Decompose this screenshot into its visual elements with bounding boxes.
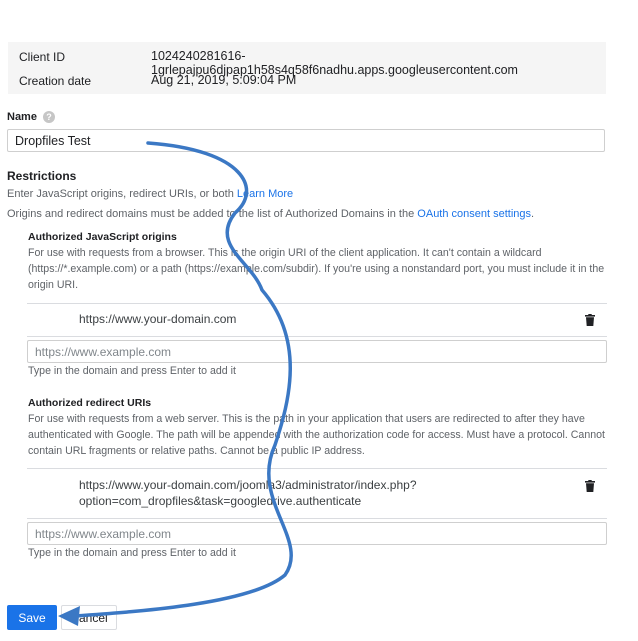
redirect-uri-row: https://www.your-domain.com/joomla3/admi… <box>27 468 607 519</box>
trash-icon[interactable] <box>585 480 595 492</box>
cancel-button[interactable]: Cancel <box>61 605 117 630</box>
domains-note-end: . <box>531 208 535 220</box>
redirect-uris-heading: Authorized redirect URIs <box>28 397 152 409</box>
oauth-consent-settings-link[interactable]: OAuth consent settings <box>417 208 531 220</box>
js-origins-heading: Authorized JavaScript origins <box>28 231 177 243</box>
client-info-panel: Client ID 1024240281616-1grlepajpu6djpap… <box>8 42 606 94</box>
redirect-uris-description: For use with requests from a web server.… <box>28 413 605 457</box>
domains-note-text: Origins and redirect domains must be add… <box>7 208 415 220</box>
js-origin-row: https://www.your-domain.com <box>27 303 607 337</box>
restrictions-intro-text: Enter JavaScript origins, redirect URIs,… <box>7 188 234 200</box>
js-origin-uri: https://www.your-domain.com <box>79 312 237 326</box>
js-origin-hint: Type in the domain and press Enter to ad… <box>28 365 236 377</box>
restrictions-heading: Restrictions <box>7 169 77 183</box>
learn-more-link[interactable]: Learn More <box>237 188 293 200</box>
redirect-uri-line1: https://www.your-domain.com/joomla3/admi… <box>79 478 417 492</box>
redirect-uri-add-input[interactable] <box>27 522 607 545</box>
creation-date-label: Creation date <box>19 74 92 88</box>
restrictions-domains-note: Origins and redirect domains must be add… <box>7 206 534 222</box>
save-button[interactable]: Save <box>7 605 57 630</box>
restrictions-intro: Enter JavaScript origins, redirect URIs,… <box>7 186 293 202</box>
help-icon[interactable]: ? <box>43 111 55 123</box>
name-label: Name <box>7 111 37 123</box>
trash-icon[interactable] <box>585 314 595 326</box>
js-origins-description: For use with requests from a browser. Th… <box>28 247 605 291</box>
creation-date-value: Aug 21, 2019, 5:09:04 PM <box>151 73 297 87</box>
client-id-label: Client ID <box>19 50 66 64</box>
name-input[interactable] <box>7 129 605 152</box>
js-origin-add-input[interactable] <box>27 340 607 363</box>
redirect-uri-hint: Type in the domain and press Enter to ad… <box>28 547 236 559</box>
redirect-uri-line2: option=com_dropfiles&task=googledrive.au… <box>79 494 362 508</box>
